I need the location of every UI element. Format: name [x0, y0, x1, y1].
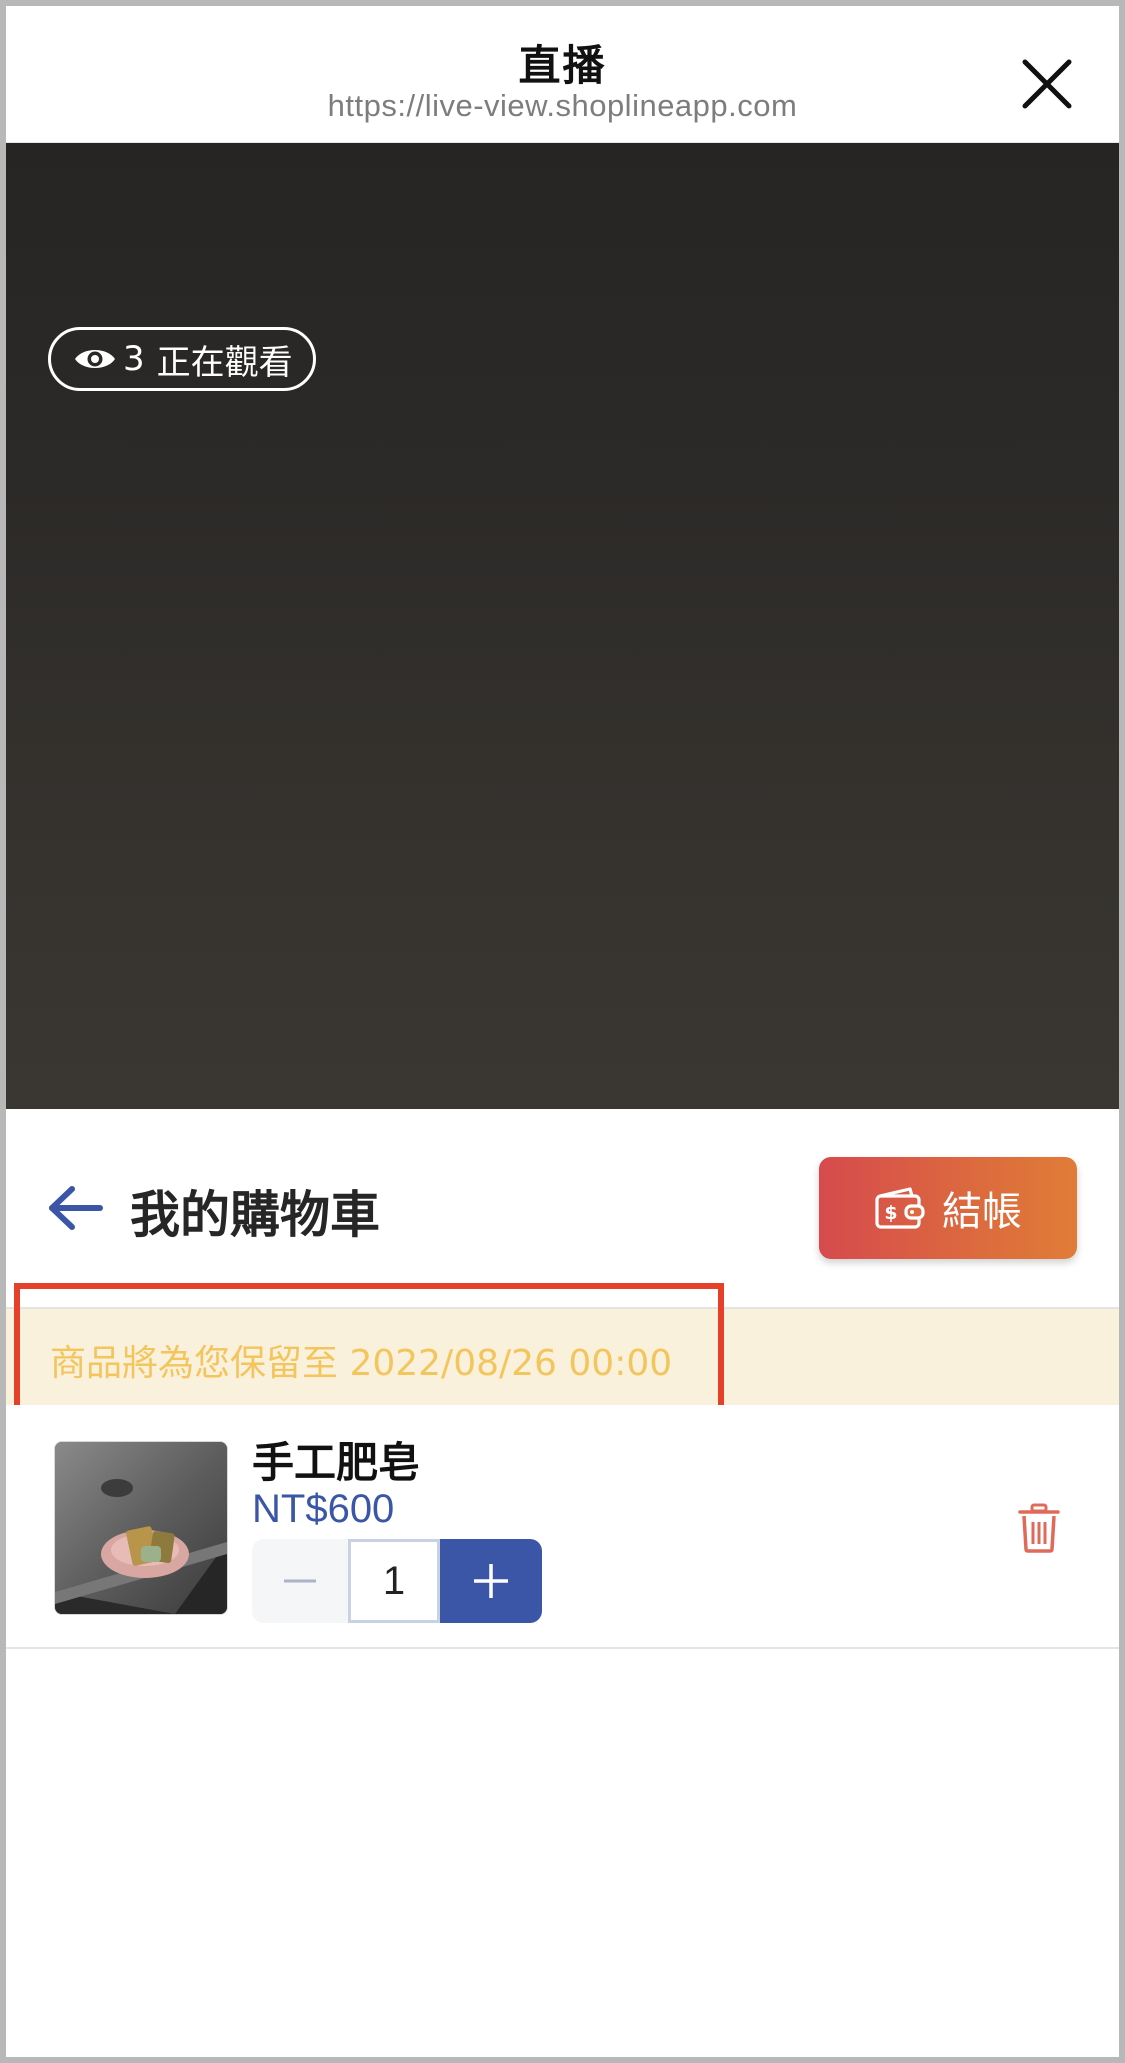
product-price: NT$600 — [252, 1487, 395, 1531]
back-button[interactable] — [46, 1185, 106, 1231]
quantity-input[interactable]: 1 — [348, 1539, 440, 1623]
cart-title: 我的購物車 — [130, 1186, 380, 1244]
highlight-annotation-box — [14, 1283, 724, 1425]
header-bar: 直播 https://live-view.shoplineapp.com — [6, 6, 1119, 143]
trash-icon — [1018, 1503, 1060, 1553]
product-name: 手工肥皂 — [252, 1438, 421, 1487]
product-image — [55, 1442, 227, 1614]
viewer-count: 3 — [123, 339, 145, 379]
checkout-label: 結帳 — [942, 1189, 1022, 1235]
close-button[interactable] — [1019, 56, 1075, 112]
app-frame: 直播 https://live-view.shoplineapp.com 3 正… — [0, 0, 1125, 2063]
close-icon — [1022, 59, 1072, 109]
page-url: https://live-view.shoplineapp.com — [327, 88, 798, 123]
svg-text:$: $ — [884, 1202, 897, 1224]
checkout-button[interactable]: $ 結帳 — [819, 1157, 1077, 1259]
page-title: 直播 — [518, 41, 607, 90]
plus-icon — [474, 1564, 508, 1598]
minus-icon — [284, 1579, 316, 1583]
product-thumbnail[interactable] — [54, 1441, 228, 1615]
arrow-left-icon — [49, 1186, 103, 1230]
delete-item-button[interactable] — [1017, 1503, 1061, 1553]
wallet-icon: $ — [875, 1187, 925, 1229]
eye-icon — [75, 350, 115, 368]
quantity-stepper: 1 — [252, 1539, 542, 1623]
viewer-count-badge: 3 正在觀看 — [48, 327, 316, 391]
live-video-player[interactable]: 3 正在觀看 — [6, 143, 1119, 1109]
decrement-button[interactable] — [252, 1539, 348, 1623]
viewer-label: 正在觀看 — [156, 342, 293, 383]
cart-item: 手工肥皂 NT$600 1 — [6, 1405, 1119, 1649]
cart-header: 我的購物車 $ 結帳 — [6, 1109, 1119, 1309]
increment-button[interactable] — [440, 1539, 542, 1623]
